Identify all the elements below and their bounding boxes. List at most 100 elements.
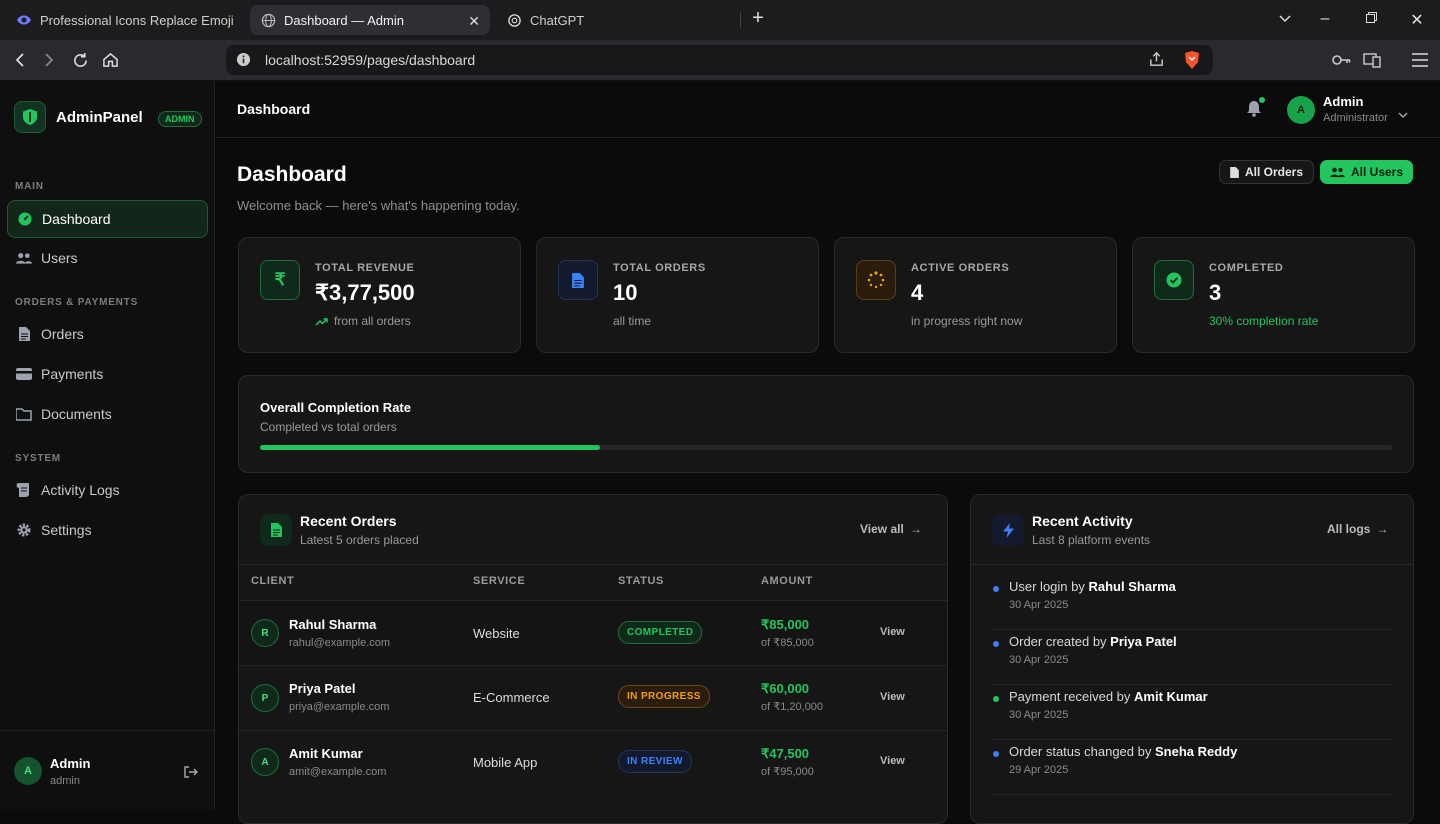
sidebar-item-label: Users [41, 250, 78, 266]
logout-icon[interactable] [184, 765, 198, 783]
arrow-right-icon: → [1376, 522, 1389, 536]
main-content: Dashboard Welcome back — here's what's h… [216, 138, 1440, 824]
table-row[interactable]: P Priya Patel priya@example.com E-Commer… [239, 665, 947, 730]
password-key-icon[interactable] [1332, 50, 1352, 70]
column-header-status: STATUS [618, 575, 664, 587]
home-icon[interactable] [100, 50, 120, 70]
amount-total: of ₹95,000 [761, 766, 814, 778]
view-order-button[interactable]: View [880, 691, 905, 703]
stat-value: ₹3,77,500 [315, 280, 415, 305]
tab-divider [740, 12, 741, 28]
user-name: Admin [50, 756, 91, 771]
new-tab-icon[interactable]: + [748, 7, 768, 30]
browser-tab-active[interactable]: Dashboard — Admin ✕ [250, 5, 490, 35]
gear-icon [16, 522, 32, 538]
reload-icon[interactable] [70, 50, 90, 70]
activity-item[interactable]: Order status changed by Sneha Reddy 29 Ap… [993, 740, 1391, 795]
all-logs-link[interactable]: All logs → [1327, 522, 1388, 536]
activity-item[interactable]: User login by Rahul Sharma 30 Apr 2025 [993, 575, 1391, 630]
sidebar-item-settings[interactable]: Settings [7, 511, 208, 549]
page-subtitle: Welcome back — here's what's happening t… [237, 198, 520, 213]
all-orders-button[interactable]: All Orders [1219, 160, 1315, 184]
address-bar[interactable]: localhost:52959/pages/dashboard [226, 45, 1213, 75]
sidebar-item-documents[interactable]: Documents [7, 395, 208, 433]
bell-icon[interactable] [1246, 100, 1262, 122]
devices-icon[interactable] [1362, 50, 1382, 70]
restore-icon[interactable] [1361, 10, 1381, 28]
client-name: Rahul Sharma [289, 617, 377, 632]
sidebar-item-label: Orders [41, 326, 84, 342]
browser-tab[interactable]: Professional Icons Replace Emojis - D [6, 5, 244, 35]
hamburger-menu-icon[interactable] [1410, 50, 1430, 70]
activity-date: 29 Apr 2025 [1009, 764, 1069, 776]
client-email: amit@example.com [289, 766, 387, 778]
divider [239, 564, 947, 565]
site-info-icon[interactable] [236, 52, 251, 72]
sidebar-item-activity-logs[interactable]: Activity Logs [7, 471, 208, 509]
view-all-link[interactable]: View all → [860, 522, 922, 536]
close-window-icon[interactable]: ✕ [1407, 10, 1427, 30]
chevron-down-icon[interactable] [1275, 10, 1295, 28]
stat-label: ACTIVE ORDERS [911, 262, 1010, 274]
gauge-icon [17, 211, 33, 227]
tab-favicon-icon [16, 12, 32, 28]
scroll-icon [16, 482, 32, 498]
service: E-Commerce [473, 690, 550, 705]
view-order-button[interactable]: View [880, 755, 905, 767]
sidebar-item-dashboard[interactable]: Dashboard [7, 200, 208, 238]
close-tab-icon[interactable]: ✕ [468, 13, 480, 30]
document-icon [260, 514, 292, 546]
brand[interactable]: AdminPanel [14, 101, 143, 133]
stat-card-active: ACTIVE ORDERS 4 in progress right now [834, 237, 1117, 353]
stat-value: 4 [911, 280, 924, 305]
sidebar-item-orders[interactable]: Orders [7, 315, 208, 353]
avatar: A [14, 757, 42, 785]
status-badge: IN REVIEW [618, 750, 692, 773]
user-role: admin [50, 775, 80, 787]
section-label-main: MAIN [15, 181, 44, 192]
forward-icon[interactable] [39, 50, 59, 70]
section-subtitle: Latest 5 orders placed [300, 533, 419, 547]
activity-dot [993, 641, 999, 647]
client-email: rahul@example.com [289, 637, 391, 649]
browser-tab[interactable]: ChatGPT [496, 5, 736, 35]
tab-title: ChatGPT [530, 12, 585, 28]
credit-card-icon [16, 366, 32, 382]
sidebar-item-payments[interactable]: Payments [7, 355, 208, 393]
sidebar-item-users[interactable]: Users [7, 239, 208, 277]
activity-date: 30 Apr 2025 [1009, 709, 1069, 721]
activity-user: Sneha Reddy [1154, 744, 1238, 759]
browser-tab-bar: Professional Icons Replace Emojis - D Da… [0, 0, 1440, 40]
share-icon[interactable] [1148, 51, 1165, 73]
stat-label: TOTAL REVENUE [315, 262, 415, 274]
minimize-icon[interactable]: – [1315, 10, 1335, 28]
sidebar-item-label: Settings [41, 522, 92, 538]
tab-title: Dashboard — Admin [284, 12, 404, 28]
globe-icon [260, 12, 276, 28]
tab-title: Professional Icons Replace Emojis - D [40, 12, 234, 28]
service: Mobile App [473, 755, 538, 770]
table-row[interactable]: R Rahul Sharma rahul@example.com Website… [239, 600, 947, 665]
recent-orders-card: Recent Orders Latest 5 orders placed Vie… [238, 494, 948, 824]
back-icon[interactable] [10, 50, 30, 70]
service: Website [473, 626, 520, 641]
chevron-down-icon[interactable] [1398, 106, 1408, 124]
header-title: Dashboard [237, 101, 311, 117]
brave-shield-icon[interactable] [1183, 50, 1201, 75]
activity-dot [993, 586, 999, 592]
section-title: Recent Activity [1032, 513, 1133, 529]
header-avatar[interactable]: A [1287, 96, 1315, 124]
all-orders-label: All Orders [1245, 165, 1304, 179]
table-row[interactable]: A Amit Kumar amit@example.com Mobile App… [239, 730, 947, 795]
stat-value: 10 [613, 280, 638, 305]
section-label-system: SYSTEM [15, 453, 61, 464]
completion-card: Overall Completion Rate Completed vs tot… [238, 375, 1414, 473]
activity-item[interactable]: Payment received by Amit Kumar 30 Apr 202… [993, 685, 1391, 740]
activity-item[interactable]: Order created by Priya Patel 30 Apr 2025 [993, 630, 1391, 685]
section-title: Recent Orders [300, 513, 397, 529]
all-users-button[interactable]: All Users [1320, 160, 1414, 184]
status-badge: COMPLETED [618, 621, 703, 644]
completion-title: Overall Completion Rate [260, 400, 411, 415]
stat-label: COMPLETED [1209, 262, 1284, 274]
view-order-button[interactable]: View [880, 626, 905, 638]
